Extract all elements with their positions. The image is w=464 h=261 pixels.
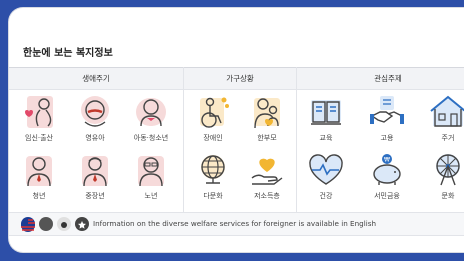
item-label: 임신·출산 — [25, 134, 53, 142]
item-employment[interactable]: 고용 — [361, 92, 413, 143]
wheelchair-icon — [200, 97, 229, 128]
item-label: 노년 — [144, 192, 158, 200]
youth-icon — [26, 156, 52, 187]
child-icon — [136, 98, 166, 127]
item-health[interactable]: 건강 — [300, 150, 352, 201]
item-label: 영유아 — [85, 134, 105, 142]
item-label: 주거 — [441, 134, 455, 142]
infant-icon — [81, 96, 109, 127]
book-icon — [311, 100, 341, 125]
item-finance[interactable]: ₩ 서민금융 — [361, 150, 413, 201]
svg-text:₩: ₩ — [384, 157, 390, 164]
language-icon[interactable] — [39, 217, 53, 231]
item-housing[interactable]: 주거 — [422, 92, 464, 143]
ferris-wheel-icon — [436, 154, 460, 186]
pregnancy-icon — [25, 96, 53, 128]
item-label: 한부모 — [257, 134, 277, 142]
header-interest: 관심주제 — [297, 67, 464, 90]
item-label: 중장년 — [85, 192, 105, 200]
divider — [296, 67, 297, 212]
language-icon[interactable] — [57, 217, 71, 231]
item-label: 서민금융 — [374, 192, 400, 200]
item-senior[interactable]: 노년 — [125, 150, 177, 201]
single-parent-icon — [254, 98, 280, 129]
handshake-icon — [370, 96, 404, 124]
item-infant[interactable]: 영유아 — [69, 92, 121, 143]
item-label: 건강 — [319, 192, 333, 200]
middle-aged-icon — [82, 156, 108, 187]
item-pregnancy[interactable]: 임신·출산 — [13, 92, 65, 143]
item-middle-aged[interactable]: 중장년 — [69, 150, 121, 201]
item-disabled[interactable]: 장애인 — [187, 92, 239, 143]
item-label: 청년 — [32, 192, 46, 200]
house-icon — [430, 95, 464, 127]
item-label: 교육 — [319, 134, 333, 142]
item-youth[interactable]: 청년 — [13, 150, 65, 201]
header-household: 가구상황 — [184, 67, 296, 90]
item-label: 문화 — [441, 192, 455, 200]
heart-hand-icon — [251, 158, 283, 185]
item-low-income[interactable]: 저소득층 — [241, 150, 293, 201]
panel-title: 한눈에 보는 복지정보 — [23, 48, 113, 59]
item-label: 고용 — [380, 134, 394, 142]
us-flag-icon[interactable] — [21, 217, 35, 232]
item-label: 다문화 — [203, 192, 223, 200]
divider — [183, 67, 184, 212]
globe-icon — [201, 155, 225, 184]
heartbeat-icon — [309, 154, 343, 185]
foreigner-info-bar: Information on the diverse welfare servi… — [9, 212, 464, 236]
item-education[interactable]: 교육 — [300, 92, 352, 143]
welfare-panel: 한눈에 보는 복지정보 생애주기 가구상황 관심주제 임신·출산 영유아 아동·… — [9, 8, 464, 252]
item-label: 저소득층 — [254, 192, 280, 200]
item-single-parent[interactable]: 한부모 — [241, 92, 293, 143]
item-multicultural[interactable]: 다문화 — [187, 150, 239, 201]
senior-icon — [138, 156, 164, 187]
star-icon[interactable] — [75, 217, 89, 231]
foreigner-info-text[interactable]: Information on the diverse welfare servi… — [93, 219, 376, 228]
item-culture[interactable]: 문화 — [422, 150, 464, 201]
item-child[interactable]: 아동·청소년 — [125, 92, 177, 143]
item-label: 아동·청소년 — [133, 134, 169, 142]
item-label: 장애인 — [203, 134, 223, 142]
piggy-bank-icon: ₩ — [373, 154, 401, 185]
header-life-cycle: 생애주기 — [9, 67, 183, 90]
